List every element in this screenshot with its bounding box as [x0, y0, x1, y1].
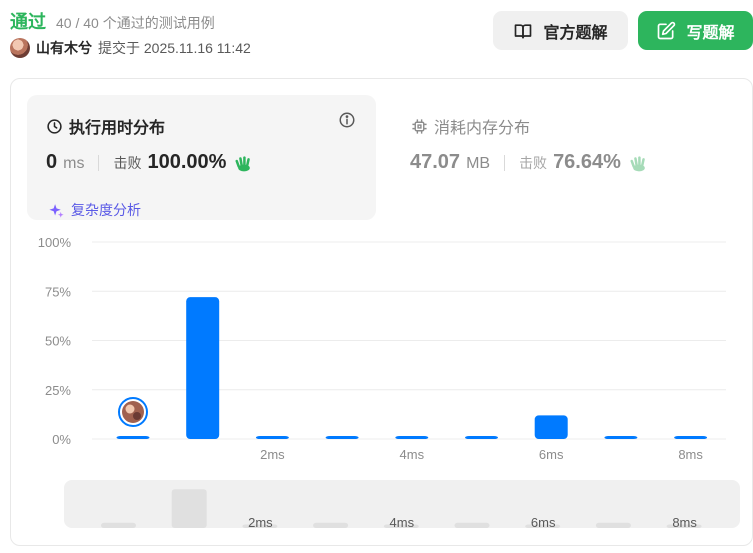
overview-bar: [313, 522, 349, 528]
clapping-hands-icon: [235, 155, 251, 171]
bar[interactable]: [534, 415, 568, 439]
memory-title: 消耗内存分布: [411, 114, 530, 138]
y-tick-label: 100%: [38, 235, 72, 250]
memory-beat-value: 76.64%: [553, 151, 621, 173]
x-tick-label: 6ms: [539, 447, 564, 462]
bar[interactable]: [674, 436, 708, 439]
submitted-time: 提交于 2025.11.16 11:42: [98, 40, 251, 56]
memory-card[interactable]: 消耗内存分布 47.07 MB 击败 76.64%: [409, 95, 739, 220]
avatar-highlight: [125, 404, 135, 414]
overview-bar: [454, 522, 490, 528]
bar[interactable]: [465, 436, 498, 439]
memory-metric: 47.07 MB 击败 76.64%: [410, 151, 649, 174]
bar[interactable]: [116, 436, 150, 439]
memory-unit: MB: [466, 155, 491, 172]
bar[interactable]: [395, 436, 429, 439]
status-cases: 40 / 40 个通过的测试用例: [56, 15, 215, 31]
overview-bar: [171, 489, 207, 528]
y-tick-label: 0%: [52, 432, 71, 447]
write-solution-button[interactable]: 写题解: [638, 11, 753, 50]
official-solution-label: 官方题解: [543, 24, 608, 42]
avatar[interactable]: [10, 38, 30, 58]
bar[interactable]: [325, 436, 359, 439]
y-tick-label: 50%: [45, 334, 71, 349]
write-solution-label: 写题解: [686, 24, 735, 42]
edit-icon: [658, 21, 676, 39]
overview-tick-label: 6ms: [531, 515, 556, 530]
bar[interactable]: [604, 436, 638, 439]
info-icon[interactable]: [338, 111, 356, 129]
overview-tick-label: 2ms: [248, 515, 273, 530]
clapping-hands-icon: [630, 155, 645, 171]
official-solution-button[interactable]: 官方题解: [493, 11, 628, 50]
runtime-title: 执行用时分布: [46, 114, 165, 138]
complexity-analysis-link[interactable]: 复杂度分析: [48, 200, 141, 220]
y-tick-label: 25%: [45, 383, 71, 398]
memory-beat-label: 击败: [519, 155, 548, 171]
x-tick-label: 2ms: [260, 447, 285, 462]
overview-tick-label: 8ms: [672, 515, 697, 530]
bar[interactable]: [186, 297, 220, 439]
submission-info: 山有木兮 提交于 2025.11.16 11:42: [10, 38, 251, 58]
x-tick-label: 4ms: [400, 447, 425, 462]
avatar-shadow: [133, 412, 141, 420]
sparkle-icon: [49, 203, 64, 218]
runtime-unit: ms: [63, 155, 85, 172]
runtime-title-text: 执行用时分布: [69, 120, 166, 137]
overview-bar: [595, 522, 631, 528]
book-icon: [515, 23, 532, 39]
author-name[interactable]: 山有木兮: [36, 38, 92, 58]
clock-icon: [47, 118, 62, 134]
runtime-metric: 0 ms 击败 100.00%: [46, 151, 254, 174]
runtime-value: 0: [46, 151, 58, 173]
memory-title-text: 消耗内存分布: [434, 120, 531, 137]
overview-bar: [101, 522, 136, 528]
divider: [504, 154, 506, 171]
memory-value: 47.07: [410, 151, 461, 173]
bar[interactable]: [255, 436, 289, 439]
overview-tick-label: 4ms: [390, 515, 415, 530]
divider: [98, 154, 100, 171]
x-tick-label: 8ms: [678, 447, 703, 462]
runtime-card[interactable]: 执行用时分布 0 ms 击败 100.00% 复杂度分析: [27, 95, 376, 220]
result-panel: 执行用时分布 0 ms 击败 100.00% 复杂度分析 消耗内存分布 47.0…: [10, 78, 753, 546]
complexity-label: 复杂度分析: [71, 202, 141, 218]
runtime-beat-value: 100.00%: [147, 151, 227, 173]
y-tick-label: 75%: [45, 284, 71, 299]
runtime-beat-label: 击败: [113, 155, 142, 171]
status-pass: 通过: [10, 12, 46, 32]
top-status: 通过 40 / 40 个通过的测试用例: [10, 8, 215, 34]
chip-icon: [412, 118, 427, 134]
